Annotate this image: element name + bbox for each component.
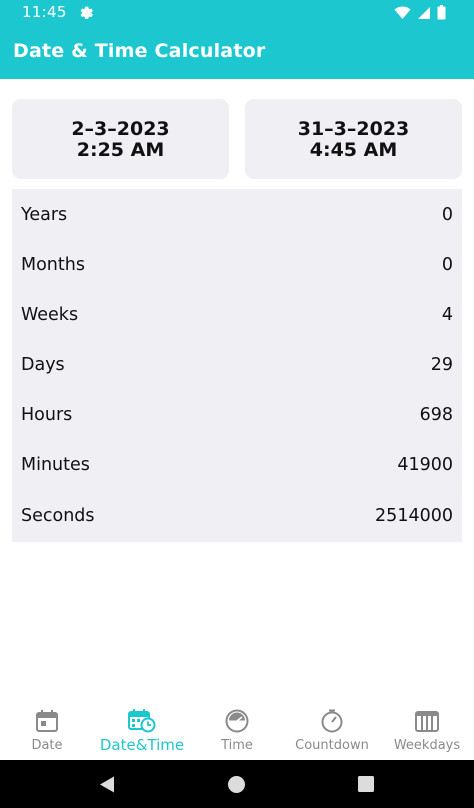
calendar-clock-icon bbox=[128, 709, 156, 733]
result-row-days: Days 29 bbox=[12, 351, 462, 381]
status-bar: 11:45 bbox=[0, 0, 474, 24]
result-label: Weeks bbox=[21, 305, 79, 325]
nav-tab-label: Date bbox=[31, 738, 63, 753]
result-label: Seconds bbox=[21, 506, 95, 526]
calendar-grid-icon bbox=[415, 711, 439, 732]
bottom-nav: Date Date&Time Time Countdown Weekdays bbox=[0, 700, 474, 760]
status-time: 11:45 bbox=[22, 3, 67, 21]
result-row-weeks: Weeks 4 bbox=[12, 301, 462, 331]
result-row-months: Months 0 bbox=[12, 251, 462, 281]
result-value: 41900 bbox=[397, 455, 453, 475]
result-label: Days bbox=[21, 355, 65, 375]
back-icon[interactable] bbox=[99, 776, 115, 793]
timer-icon bbox=[321, 709, 343, 733]
recents-icon[interactable] bbox=[358, 776, 374, 792]
results-panel: Years 0 Months 0 Weeks 4 Days 29 Hours 6… bbox=[12, 189, 462, 542]
signal-icon bbox=[418, 6, 430, 19]
start-date: 2–3–2023 bbox=[71, 118, 170, 140]
app-bar: Date & Time Calculator bbox=[0, 24, 474, 79]
result-row-minutes: Minutes 41900 bbox=[12, 451, 462, 481]
result-label: Years bbox=[21, 205, 68, 225]
nav-tab-label: Date&Time bbox=[99, 736, 185, 754]
clock-icon bbox=[225, 709, 249, 733]
nav-tab-label: Countdown bbox=[295, 738, 369, 753]
status-icons bbox=[394, 5, 446, 20]
wifi-icon bbox=[394, 6, 411, 19]
home-icon[interactable] bbox=[228, 776, 245, 793]
result-row-hours: Hours 698 bbox=[12, 401, 462, 431]
result-value: 4 bbox=[441, 305, 453, 325]
result-value: 0 bbox=[441, 255, 453, 275]
nav-tab-date-time[interactable]: Date&Time bbox=[94, 700, 190, 760]
start-time: 2:25 AM bbox=[76, 139, 165, 161]
nav-tab-label: Weekdays bbox=[393, 738, 461, 753]
result-value: 0 bbox=[441, 205, 453, 225]
end-date: 31–3–2023 bbox=[297, 118, 410, 140]
gear-icon bbox=[80, 6, 93, 20]
result-value: 2514000 bbox=[375, 506, 453, 526]
result-label: Hours bbox=[21, 405, 73, 425]
end-time: 4:45 AM bbox=[309, 139, 398, 161]
result-value: 698 bbox=[419, 405, 453, 425]
result-label: Minutes bbox=[21, 455, 90, 475]
system-nav-bar bbox=[0, 760, 474, 808]
result-row-seconds: Seconds 2514000 bbox=[12, 502, 462, 532]
result-label: Months bbox=[21, 255, 85, 275]
end-datetime-button[interactable]: 31–3–2023 4:45 AM bbox=[245, 99, 462, 179]
calendar-icon bbox=[36, 710, 58, 732]
nav-tab-time[interactable]: Time bbox=[190, 700, 284, 760]
result-row-years: Years 0 bbox=[12, 201, 462, 231]
nav-tab-date[interactable]: Date bbox=[0, 700, 94, 760]
battery-icon bbox=[437, 5, 446, 20]
nav-tab-countdown[interactable]: Countdown bbox=[284, 700, 380, 760]
nav-tab-weekdays[interactable]: Weekdays bbox=[380, 700, 474, 760]
result-value: 29 bbox=[430, 355, 453, 375]
nav-tab-label: Time bbox=[221, 738, 253, 753]
app-title: Date & Time Calculator bbox=[13, 40, 266, 62]
start-datetime-button[interactable]: 2–3–2023 2:25 AM bbox=[12, 99, 229, 179]
